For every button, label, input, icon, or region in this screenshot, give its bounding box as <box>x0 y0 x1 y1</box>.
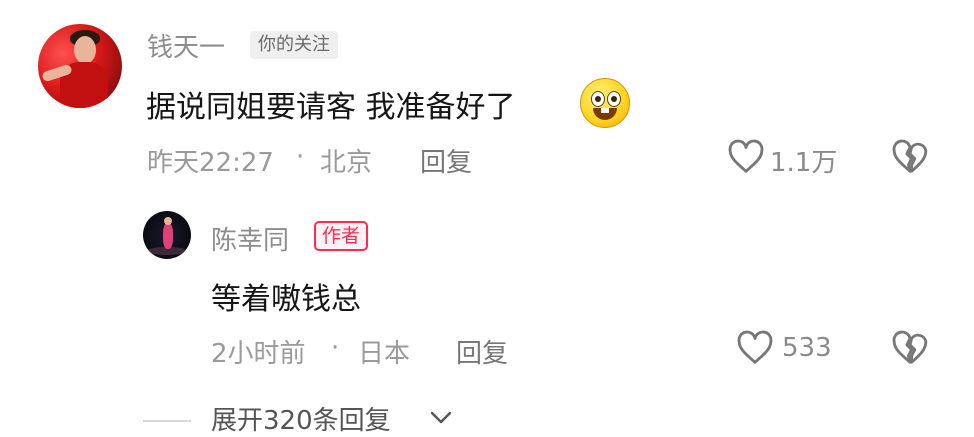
meta-separator: · <box>296 142 305 172</box>
avatar-commenter[interactable] <box>38 24 122 108</box>
author-tag: 作者 <box>314 221 369 251</box>
meta-separator: · <box>331 333 340 363</box>
avatar-face <box>74 36 96 64</box>
comment-time: 昨天22:27 <box>147 148 274 178</box>
like-count: 1.1万 <box>770 148 838 178</box>
heart-icon[interactable] <box>727 139 765 175</box>
emoji-eye-left <box>591 91 605 107</box>
comment-username[interactable]: 钱天一 <box>147 27 225 64</box>
reply-button[interactable]: 回复 <box>420 142 472 179</box>
follow-tag: 你的关注 <box>250 31 338 59</box>
grinning-face-emoji-icon <box>580 78 630 128</box>
reply-time: 2小时前 <box>211 339 306 369</box>
reply-button[interactable]: 回复 <box>456 333 508 370</box>
avatar-head <box>164 217 172 225</box>
broken-heart-icon[interactable] <box>891 330 929 366</box>
expand-divider <box>143 420 191 422</box>
heart-icon[interactable] <box>736 330 774 366</box>
like-count: 533 <box>782 333 832 363</box>
avatar-author[interactable] <box>143 211 191 259</box>
chevron-down-icon[interactable] <box>428 410 454 426</box>
broken-heart-icon[interactable] <box>891 139 929 175</box>
reply-location: 日本 <box>358 339 411 369</box>
emoji-eye-right <box>607 91 621 107</box>
emoji-mouth <box>593 108 617 120</box>
reply-username[interactable]: 陈幸同 <box>211 220 289 257</box>
avatar-figure <box>163 223 173 249</box>
comment-text: 据说同姐要请客 我准备好了 <box>146 90 516 125</box>
comment-location: 北京 <box>320 148 373 178</box>
reply-text: 等着嗷钱总 <box>211 282 361 317</box>
expand-replies-button[interactable]: 展开320条回复 <box>211 400 391 437</box>
